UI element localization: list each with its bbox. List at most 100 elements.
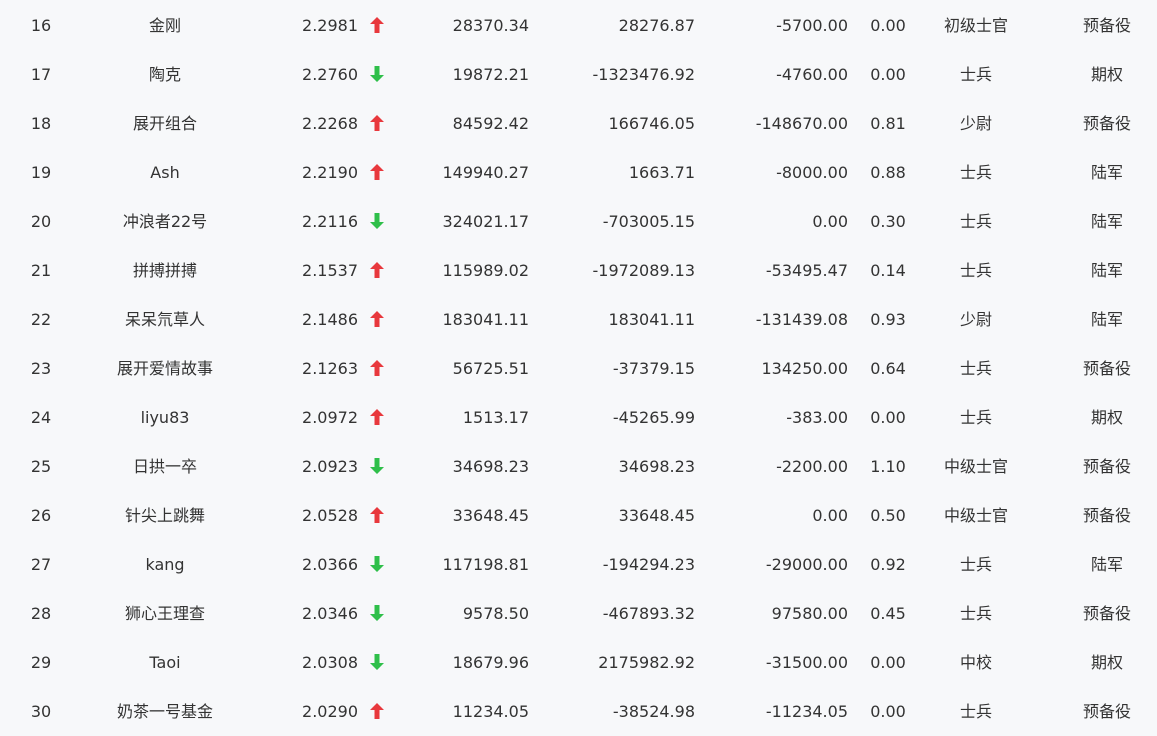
name-cell: 展开组合 <box>132 114 197 133</box>
ratio-cell: 0.00 <box>870 702 906 721</box>
rank-cell: 16 <box>30 16 52 35</box>
name-cell: 奶茶一号基金 <box>116 702 213 721</box>
arrow-down-icon <box>369 212 385 230</box>
table-row[interactable]: 28 狮心王理查 2.0346 9578.50 -467893.32 97580… <box>0 589 1157 638</box>
score-cell: 2.2760 <box>302 65 358 84</box>
value-2-cell: -1323476.92 <box>592 65 695 84</box>
table-row[interactable]: 17 陶克 2.2760 19872.21 -1323476.92 -4760.… <box>0 50 1157 99</box>
ratio-cell: 0.14 <box>870 261 906 280</box>
value-3-cell: -4760.00 <box>776 65 848 84</box>
score-cell: 2.0308 <box>302 653 358 672</box>
title-cell: 士兵 <box>959 163 992 182</box>
category-cell: 期权 <box>1090 65 1123 84</box>
table-row[interactable]: 30 奶茶一号基金 2.0290 11234.05 -38524.98 -112… <box>0 687 1157 736</box>
table-row[interactable]: 21 拼搏拼搏 2.1537 115989.02 -1972089.13 -53… <box>0 246 1157 295</box>
title-cell: 士兵 <box>959 702 992 721</box>
name-cell: 狮心王理查 <box>124 604 205 623</box>
rank-cell: 19 <box>30 163 52 182</box>
table-row[interactable]: 18 展开组合 2.2268 84592.42 166746.05 -14867… <box>0 99 1157 148</box>
table-row[interactable]: 22 呆呆氘草人 2.1486 183041.11 183041.11 -131… <box>0 295 1157 344</box>
category-cell: 预备役 <box>1082 16 1131 35</box>
trend-cell <box>366 491 388 540</box>
value-1-cell: 117198.81 <box>442 555 529 574</box>
trend-cell <box>366 246 388 295</box>
value-2-cell: 28276.87 <box>618 16 695 35</box>
value-2-cell: -194294.23 <box>602 555 695 574</box>
title-cell: 中级士官 <box>943 457 1008 476</box>
value-1-cell: 56725.51 <box>452 359 529 378</box>
score-cell: 2.1537 <box>302 261 358 280</box>
title-cell: 士兵 <box>959 359 992 378</box>
table-row[interactable]: 20 冲浪者22号 2.2116 324021.17 -703005.15 0.… <box>0 197 1157 246</box>
category-cell: 期权 <box>1090 408 1123 427</box>
title-cell: 少尉 <box>959 310 992 329</box>
title-cell: 士兵 <box>959 604 992 623</box>
title-cell: 中校 <box>959 653 992 672</box>
category-cell: 预备役 <box>1082 114 1131 133</box>
arrow-up-icon <box>369 310 385 328</box>
table-row[interactable]: 16 金刚 2.2981 28370.34 28276.87 -5700.00 … <box>0 1 1157 50</box>
value-3-cell: -2200.00 <box>776 457 848 476</box>
name-cell: Taoi <box>149 653 181 672</box>
value-1-cell: 19872.21 <box>452 65 529 84</box>
rank-cell: 29 <box>30 653 52 672</box>
score-cell: 2.0366 <box>302 555 358 574</box>
value-2-cell: -703005.15 <box>602 212 695 231</box>
title-cell: 中级士官 <box>943 506 1008 525</box>
value-3-cell: -11234.05 <box>765 702 848 721</box>
ratio-cell: 0.88 <box>870 163 906 182</box>
table-row[interactable]: 25 日拱一卒 2.0923 34698.23 34698.23 -2200.0… <box>0 442 1157 491</box>
value-1-cell: 34698.23 <box>452 457 529 476</box>
rank-cell: 24 <box>30 408 52 427</box>
trend-cell <box>366 540 388 589</box>
table-row[interactable]: 26 针尖上跳舞 2.0528 33648.45 33648.45 0.00 0… <box>0 491 1157 540</box>
score-cell: 2.0972 <box>302 408 358 427</box>
ratio-cell: 0.00 <box>870 408 906 427</box>
value-1-cell: 84592.42 <box>452 114 529 133</box>
value-3-cell: 97580.00 <box>771 604 848 623</box>
category-cell: 预备役 <box>1082 702 1131 721</box>
table-row[interactable]: 27 kang 2.0366 117198.81 -194294.23 -290… <box>0 540 1157 589</box>
value-1-cell: 183041.11 <box>442 310 529 329</box>
value-1-cell: 11234.05 <box>452 702 529 721</box>
rank-cell: 23 <box>30 359 52 378</box>
arrow-up-icon <box>369 114 385 132</box>
table-row[interactable]: 23 展开爱情故事 2.1263 56725.51 -37379.15 1342… <box>0 344 1157 393</box>
value-1-cell: 1513.17 <box>462 408 529 427</box>
value-2-cell: 183041.11 <box>608 310 695 329</box>
score-cell: 2.0290 <box>302 702 358 721</box>
rank-cell: 26 <box>30 506 52 525</box>
value-3-cell: -53495.47 <box>765 261 848 280</box>
trend-cell <box>366 295 388 344</box>
name-cell: 陶克 <box>148 65 181 84</box>
rank-cell: 27 <box>30 555 52 574</box>
arrow-down-icon <box>369 457 385 475</box>
ratio-cell: 0.30 <box>870 212 906 231</box>
ratio-cell: 0.81 <box>870 114 906 133</box>
name-cell: liyu83 <box>140 408 190 427</box>
value-1-cell: 28370.34 <box>452 16 529 35</box>
arrow-up-icon <box>369 359 385 377</box>
title-cell: 士兵 <box>959 65 992 84</box>
value-2-cell: 1663.71 <box>628 163 695 182</box>
name-cell: 日拱一卒 <box>132 457 197 476</box>
rank-cell: 17 <box>30 65 52 84</box>
rank-cell: 18 <box>30 114 52 133</box>
table-row[interactable]: 24 liyu83 2.0972 1513.17 -45265.99 -383.… <box>0 393 1157 442</box>
value-2-cell: -38524.98 <box>612 702 695 721</box>
value-3-cell: 0.00 <box>812 506 848 525</box>
category-cell: 陆军 <box>1090 212 1123 231</box>
trend-cell <box>366 344 388 393</box>
value-2-cell: -45265.99 <box>612 408 695 427</box>
title-cell: 士兵 <box>959 408 992 427</box>
value-3-cell: -5700.00 <box>776 16 848 35</box>
table-row[interactable]: 29 Taoi 2.0308 18679.96 2175982.92 -3150… <box>0 638 1157 687</box>
value-3-cell: -131439.08 <box>755 310 848 329</box>
value-2-cell: 33648.45 <box>618 506 695 525</box>
title-cell: 初级士官 <box>943 16 1008 35</box>
table-row[interactable]: 19 Ash 2.2190 149940.27 1663.71 -8000.00… <box>0 148 1157 197</box>
name-cell: 呆呆氘草人 <box>124 310 205 329</box>
score-cell: 2.0528 <box>302 506 358 525</box>
score-cell: 2.2981 <box>302 16 358 35</box>
arrow-down-icon <box>369 604 385 622</box>
